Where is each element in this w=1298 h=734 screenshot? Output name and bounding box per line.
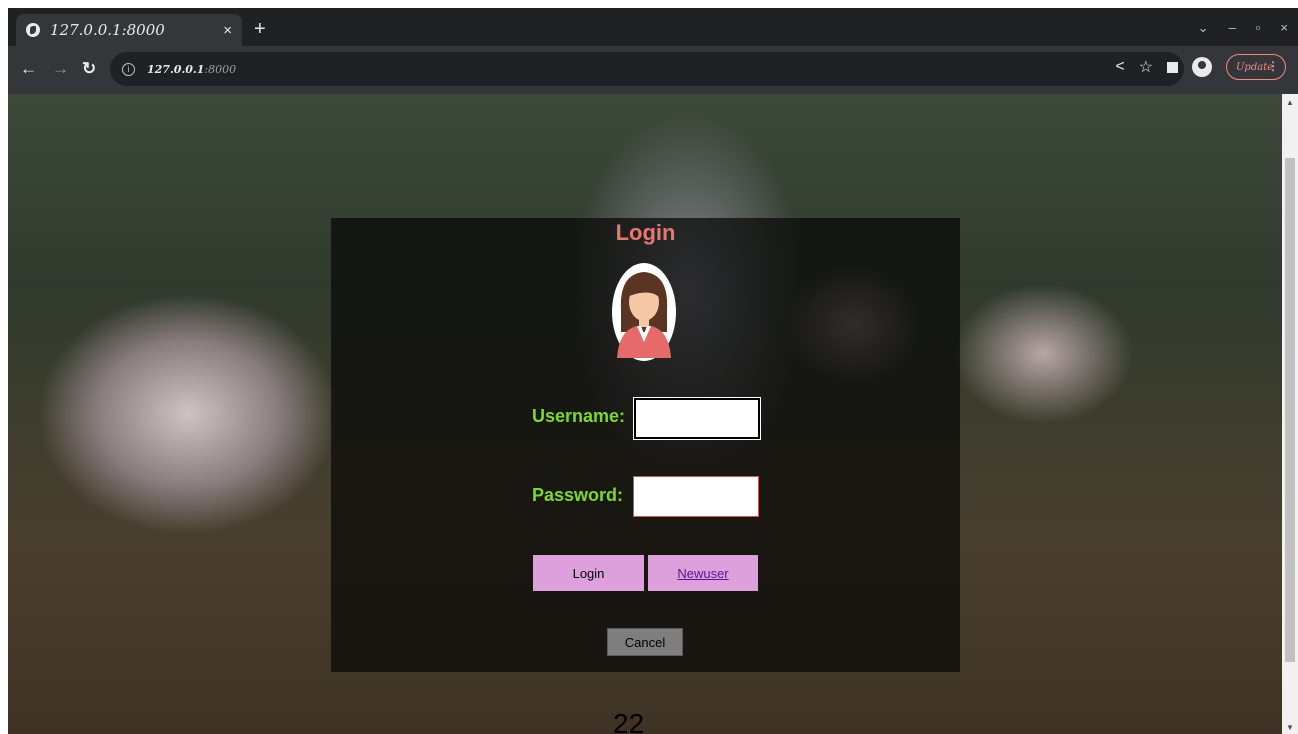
- globe-icon: [26, 23, 40, 37]
- browser-toolbar: ← → ↻ i 127.0.0.1:8000 < ☆ Update ⋮: [8, 46, 1298, 94]
- browser-chrome: 127.0.0.1:8000 × + ⌄ – ▫ × ← → ↻ i 127.0…: [8, 8, 1298, 94]
- page-number: 22: [613, 708, 645, 734]
- toolbar-icons: < ☆ Update ⋮: [1115, 54, 1286, 80]
- newuser-link[interactable]: Newuser: [648, 555, 758, 591]
- username-input[interactable]: [633, 397, 761, 440]
- login-title: Login: [615, 220, 676, 245]
- update-button[interactable]: Update ⋮: [1226, 54, 1286, 80]
- cancel-button[interactable]: Cancel: [607, 628, 683, 656]
- side-panel-icon[interactable]: [1167, 61, 1178, 73]
- tab-close-icon[interactable]: ×: [223, 22, 232, 39]
- vertical-scrollbar[interactable]: ▲ ▼: [1282, 94, 1298, 734]
- share-icon[interactable]: <: [1115, 58, 1124, 76]
- login-panel: Login Username: Password: Login Newuser …: [331, 218, 960, 672]
- star-icon[interactable]: ☆: [1139, 57, 1153, 77]
- site-info-icon[interactable]: i: [122, 62, 135, 76]
- minimize-icon[interactable]: –: [1229, 20, 1236, 36]
- page-viewport: Login Username: Password: Login Newuser …: [8, 94, 1282, 734]
- reload-icon[interactable]: ↻: [82, 60, 96, 77]
- url-host: 127.0.0.1: [147, 62, 205, 76]
- url-port: :8000: [204, 62, 237, 76]
- maximize-icon[interactable]: ▫: [1256, 20, 1261, 36]
- username-label: Username:: [532, 406, 626, 426]
- login-button[interactable]: Login: [533, 555, 644, 591]
- back-arrow-icon[interactable]: ←: [20, 60, 37, 77]
- profile-icon[interactable]: [1192, 57, 1212, 77]
- password-input[interactable]: [633, 476, 759, 517]
- tab-search-icon[interactable]: ⌄: [1198, 20, 1209, 36]
- url-text: 127.0.0.1:8000: [147, 63, 236, 76]
- address-bar[interactable]: i 127.0.0.1:8000: [110, 52, 1184, 86]
- tab-active[interactable]: 127.0.0.1:8000 ×: [16, 14, 242, 46]
- browser-window: 127.0.0.1:8000 × + ⌄ – ▫ × ← → ↻ i 127.0…: [0, 0, 1298, 734]
- new-tab-button[interactable]: +: [254, 19, 266, 39]
- forward-arrow-icon[interactable]: →: [52, 60, 69, 77]
- scroll-down-icon[interactable]: ▼: [1286, 723, 1294, 732]
- kebab-menu-icon: ⋮: [1267, 59, 1279, 73]
- close-window-icon[interactable]: ×: [1280, 20, 1288, 36]
- password-label: Password:: [532, 485, 624, 505]
- tab-title: 127.0.0.1:8000: [50, 21, 165, 39]
- scrollbar-thumb[interactable]: [1285, 158, 1295, 662]
- tab-strip: 127.0.0.1:8000 × + ⌄ – ▫ ×: [8, 8, 1298, 46]
- scroll-up-icon[interactable]: ▲: [1286, 98, 1294, 107]
- window-controls: ⌄ – ▫ ×: [1198, 20, 1288, 36]
- female-avatar-icon: [612, 263, 676, 361]
